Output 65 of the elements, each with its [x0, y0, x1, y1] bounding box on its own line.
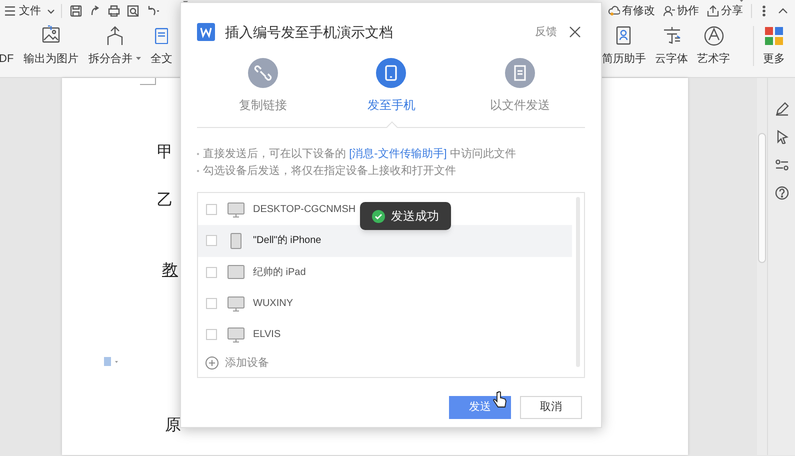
checkbox[interactable]	[206, 266, 217, 278]
tab[interactable]: 复制链接	[199, 58, 328, 114]
tab[interactable]: 以文件发送	[456, 58, 584, 114]
pen-icon[interactable]	[774, 102, 788, 116]
apps-icon	[763, 24, 785, 46]
tablet-icon	[227, 264, 245, 280]
redo-icon[interactable]	[89, 5, 101, 17]
close-icon[interactable]	[569, 26, 581, 38]
checkbox[interactable]	[206, 329, 217, 340]
checkbox[interactable]	[206, 204, 217, 216]
plus-icon	[205, 356, 219, 370]
info-text: 勾选设备后发送，将仅在指定设备上接收和打开文件	[197, 163, 585, 180]
ribbon-button[interactable]: 输出为图片	[24, 24, 79, 67]
scrollbar-thumb[interactable]	[758, 133, 766, 263]
toolbar-button[interactable]: 分享	[707, 2, 743, 20]
document-text: 甲	[157, 143, 173, 163]
message-link[interactable]: [消息-文件传输助手]	[349, 148, 447, 160]
ribbon-button[interactable]: 拆分合并	[88, 24, 141, 67]
document-text: 乙	[157, 191, 173, 211]
info-text: 直接发送后，可在以下设备的 [消息-文件传输助手] 中访问此文件	[197, 146, 585, 163]
ribbon-button[interactable]: 更多	[763, 24, 785, 67]
dialog-title: 插入编号发至手机演示文档	[225, 22, 393, 42]
toolbar-button[interactable]: 有修改	[608, 2, 655, 20]
help-icon[interactable]	[774, 186, 788, 200]
page-icon	[155, 28, 168, 44]
link-icon	[248, 58, 278, 88]
monitor-icon	[227, 326, 245, 343]
more-icon[interactable]	[762, 5, 766, 17]
preview-icon[interactable]	[127, 5, 139, 17]
caret-icon	[136, 57, 141, 60]
chevron-down-icon	[47, 8, 55, 14]
share-icon	[707, 5, 719, 17]
toolbar-button[interactable]: 协作	[663, 2, 699, 20]
cancel-button[interactable]: 取消	[520, 396, 582, 419]
cloud-icon	[608, 5, 620, 17]
ribbon-button[interactable]: 全文	[150, 28, 173, 67]
tab[interactable]: 发至手机	[327, 58, 456, 114]
ribbon-button[interactable]: 简历助手	[602, 24, 646, 67]
check-icon	[372, 210, 385, 222]
file-icon	[504, 58, 535, 88]
print-icon[interactable]	[108, 5, 120, 17]
feedback-link[interactable]: 反馈	[535, 24, 557, 40]
checkbox[interactable]	[206, 235, 217, 246]
toast-message: 发送成功	[391, 208, 439, 225]
document-text: 教	[162, 261, 178, 281]
chevron-up-icon[interactable]	[778, 8, 788, 14]
checkbox[interactable]	[206, 298, 217, 310]
tablet-icon	[376, 58, 406, 88]
hand-cursor-icon	[493, 391, 507, 409]
save-icon[interactable]	[70, 5, 82, 17]
monitor-icon	[227, 296, 245, 312]
ribbon-button[interactable]: 艺术字	[697, 24, 730, 67]
person-icon	[663, 5, 675, 17]
pointer-icon[interactable]	[774, 130, 788, 144]
monitor-icon	[227, 202, 245, 218]
ribbon-button[interactable]: DF	[0, 50, 14, 67]
sliders-icon[interactable]	[774, 158, 788, 172]
undo-icon[interactable]	[146, 5, 160, 17]
document-text: 原	[165, 416, 181, 436]
app-logo-icon	[197, 23, 215, 41]
add-device-button[interactable]: 添加设备	[198, 350, 584, 376]
art-text-icon	[702, 24, 724, 46]
ribbon-button[interactable]: 云字体	[655, 24, 688, 67]
file-menu[interactable]: 文件	[19, 2, 41, 20]
menu-icon[interactable]	[4, 6, 16, 16]
